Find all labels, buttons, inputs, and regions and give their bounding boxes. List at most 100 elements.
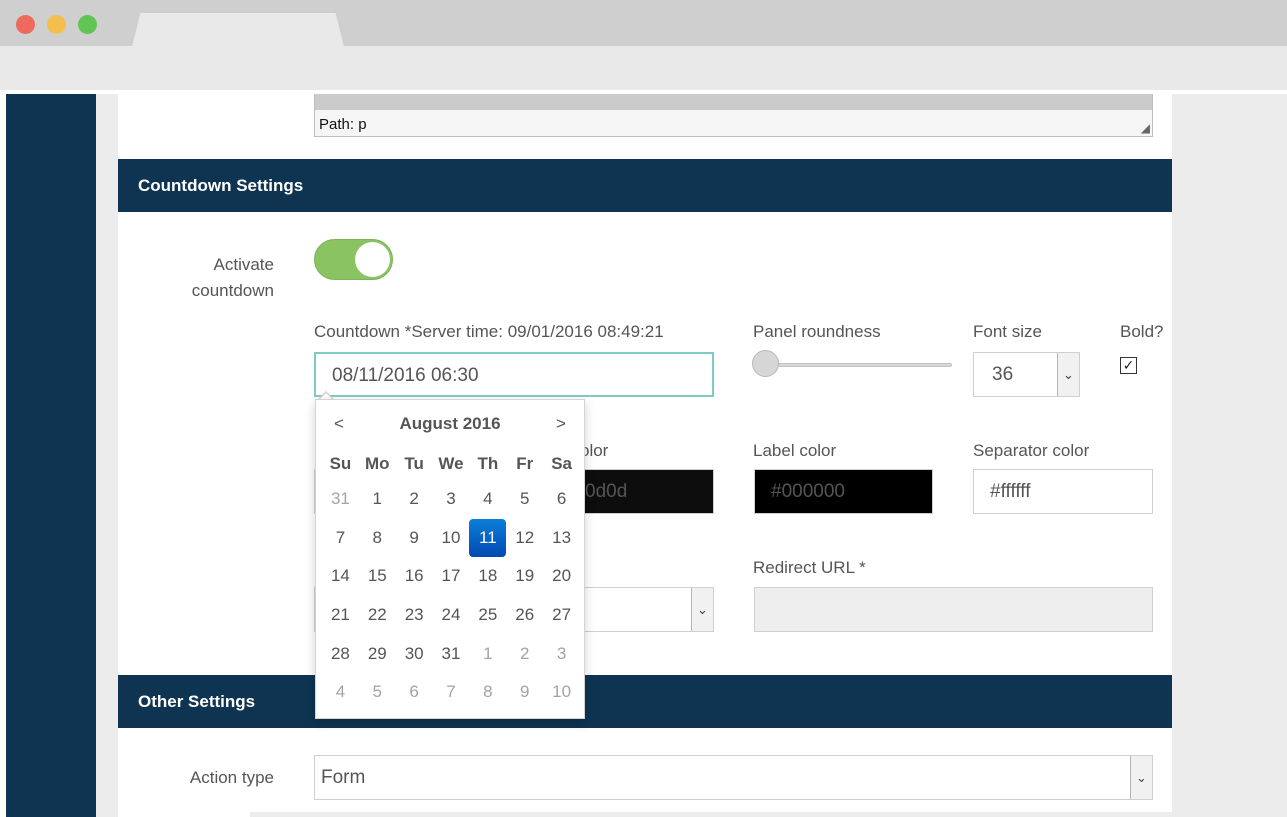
weekday-header: We (438, 454, 464, 473)
weekday-header: Fr (516, 454, 534, 473)
datepicker-month-title[interactable]: August 2016 (316, 414, 584, 434)
datepicker-day[interactable]: 8 (469, 673, 506, 711)
datepicker-day[interactable]: 4 (322, 673, 359, 711)
datepicker-day[interactable]: 2 (506, 635, 543, 673)
font-size-value: 36 (992, 364, 1014, 385)
sidebar (6, 94, 96, 817)
datepicker-day[interactable]: 17 (433, 557, 470, 595)
datepicker-day[interactable]: 28 (322, 635, 359, 673)
page-bottom-strip (250, 812, 1287, 817)
action-type-value: Form (321, 767, 366, 788)
minimize-window-button[interactable] (47, 15, 66, 34)
datepicker-day[interactable]: 8 (359, 519, 396, 557)
datepicker-day[interactable]: 7 (433, 673, 470, 711)
datepicker-week-row: 31 1 2 3 4 5 6 (322, 480, 580, 519)
datepicker-day[interactable]: 4 (469, 480, 506, 518)
weekday-header: Su (329, 454, 352, 473)
rich-text-editor[interactable]: Path: p ◢ (314, 94, 1153, 137)
close-window-button[interactable] (16, 15, 35, 34)
datepicker-next-button[interactable]: > (546, 414, 576, 434)
separator-color-input[interactable]: #ffffff (973, 469, 1153, 514)
panel-roundness-slider-thumb[interactable] (752, 350, 779, 377)
datepicker-day[interactable]: 2 (396, 480, 433, 518)
datepicker-day[interactable]: 31 (322, 480, 359, 518)
datepicker-prev-button[interactable]: < (324, 414, 354, 434)
other-settings-header: Other Settings (118, 675, 1172, 728)
datepicker-day[interactable]: 6 (543, 480, 580, 518)
chevron-down-icon[interactable]: ⌄ (1057, 353, 1079, 396)
page-background-right (1172, 94, 1287, 817)
chevron-down-icon[interactable]: ⌄ (1130, 756, 1152, 799)
action-type-select[interactable]: Form ⌄ (314, 755, 1153, 800)
countdown-date-input[interactable]: 08/11/2016 06:30 (314, 352, 714, 397)
font-size-select[interactable]: 36 ⌄ (973, 352, 1080, 397)
datepicker-day[interactable]: 1 (469, 635, 506, 673)
label-color-value: #000000 (771, 481, 845, 502)
datepicker-day[interactable]: 29 (359, 635, 396, 673)
datepicker-day[interactable]: 20 (543, 557, 580, 595)
editor-path: Path: p (319, 116, 367, 133)
datepicker-day[interactable]: 7 (322, 519, 359, 557)
datepicker-week-row: 14 15 16 17 18 19 20 (322, 557, 580, 596)
maximize-window-button[interactable] (78, 15, 97, 34)
datepicker-day[interactable]: 16 (396, 557, 433, 595)
color-input-value: 0d0d (585, 481, 628, 502)
datepicker-day[interactable]: 10 (543, 673, 580, 711)
panel-roundness-label: Panel roundness (753, 322, 881, 341)
countdown-settings-header: Countdown Settings (118, 159, 1172, 212)
datepicker-day[interactable]: 24 (433, 596, 470, 634)
bold-checkbox[interactable]: ✓ (1120, 357, 1137, 374)
datepicker-day[interactable]: 15 (359, 557, 396, 595)
action-type-label: Action type (189, 768, 274, 787)
weekday-header: Tu (404, 454, 424, 473)
datepicker-day[interactable]: 5 (359, 673, 396, 711)
datepicker-day[interactable]: 6 (396, 673, 433, 711)
datepicker-day[interactable]: 9 (396, 519, 433, 557)
redirect-url-input[interactable] (754, 587, 1153, 632)
datepicker-day[interactable]: 22 (359, 596, 396, 634)
datepicker-day[interactable]: 26 (506, 596, 543, 634)
datepicker: August 2016 < > Su Mo Tu We Th Fr Sa 31 1 2 3 4 5 6 7 8… (315, 399, 585, 719)
datepicker-day[interactable]: 25 (469, 596, 506, 634)
weekday-header: Mo (365, 454, 390, 473)
datepicker-day[interactable]: 31 (433, 635, 470, 673)
datepicker-day[interactable]: 27 (543, 596, 580, 634)
datepicker-week-row: 7 8 9 10 11 12 13 (322, 518, 580, 558)
countdown-label: Countdown *Server time: 09/01/2016 08:49… (314, 322, 664, 341)
datepicker-day[interactable]: 1 (359, 480, 396, 518)
datepicker-day[interactable]: 10 (433, 519, 470, 557)
datepicker-day[interactable]: 9 (506, 673, 543, 711)
redirect-url-label: Redirect URL * (753, 558, 866, 577)
datepicker-grid: Su Mo Tu We Th Fr Sa 31 1 2 3 4 5 6 7 8 9 10 11 12 13 14 15 16 1… (322, 447, 580, 712)
browser-toolbar (0, 46, 1287, 90)
activate-countdown-toggle[interactable] (314, 239, 393, 280)
datepicker-day[interactable]: 19 (506, 557, 543, 595)
datepicker-day[interactable]: 13 (543, 519, 580, 557)
datepicker-day[interactable]: 14 (322, 557, 359, 595)
weekday-header: Th (477, 454, 499, 473)
editor-content-area[interactable] (315, 94, 1152, 110)
datepicker-day[interactable]: 21 (322, 596, 359, 634)
browser-tab[interactable] (132, 13, 344, 47)
datepicker-day[interactable]: 3 (543, 635, 580, 673)
datepicker-day[interactable]: 5 (506, 480, 543, 518)
resize-grip-icon[interactable]: ◢ (1141, 121, 1150, 135)
datepicker-day-selected[interactable]: 11 (469, 518, 507, 557)
datepicker-week-row: 21 22 23 24 25 26 27 (322, 596, 580, 635)
chevron-down-icon[interactable]: ⌄ (691, 588, 713, 631)
panel-roundness-slider-track[interactable] (766, 363, 952, 367)
page-gutter (96, 94, 118, 817)
separator-color-label: Separator color (973, 441, 1090, 460)
label-color-input[interactable]: #000000 (754, 469, 933, 514)
datepicker-week-row: 28 29 30 31 1 2 3 (322, 634, 580, 673)
toggle-knob (355, 242, 390, 277)
datepicker-day[interactable]: 18 (469, 557, 506, 595)
datepicker-day[interactable]: 3 (433, 480, 470, 518)
datepicker-day[interactable]: 30 (396, 635, 433, 673)
font-size-label: Font size (973, 322, 1042, 341)
datepicker-day[interactable]: 23 (396, 596, 433, 634)
datepicker-day[interactable]: 12 (506, 519, 543, 557)
activate-countdown-label: Activate countdown (191, 255, 274, 300)
weekday-header: Sa (551, 454, 572, 473)
datepicker-header: August 2016 < > (316, 414, 584, 438)
